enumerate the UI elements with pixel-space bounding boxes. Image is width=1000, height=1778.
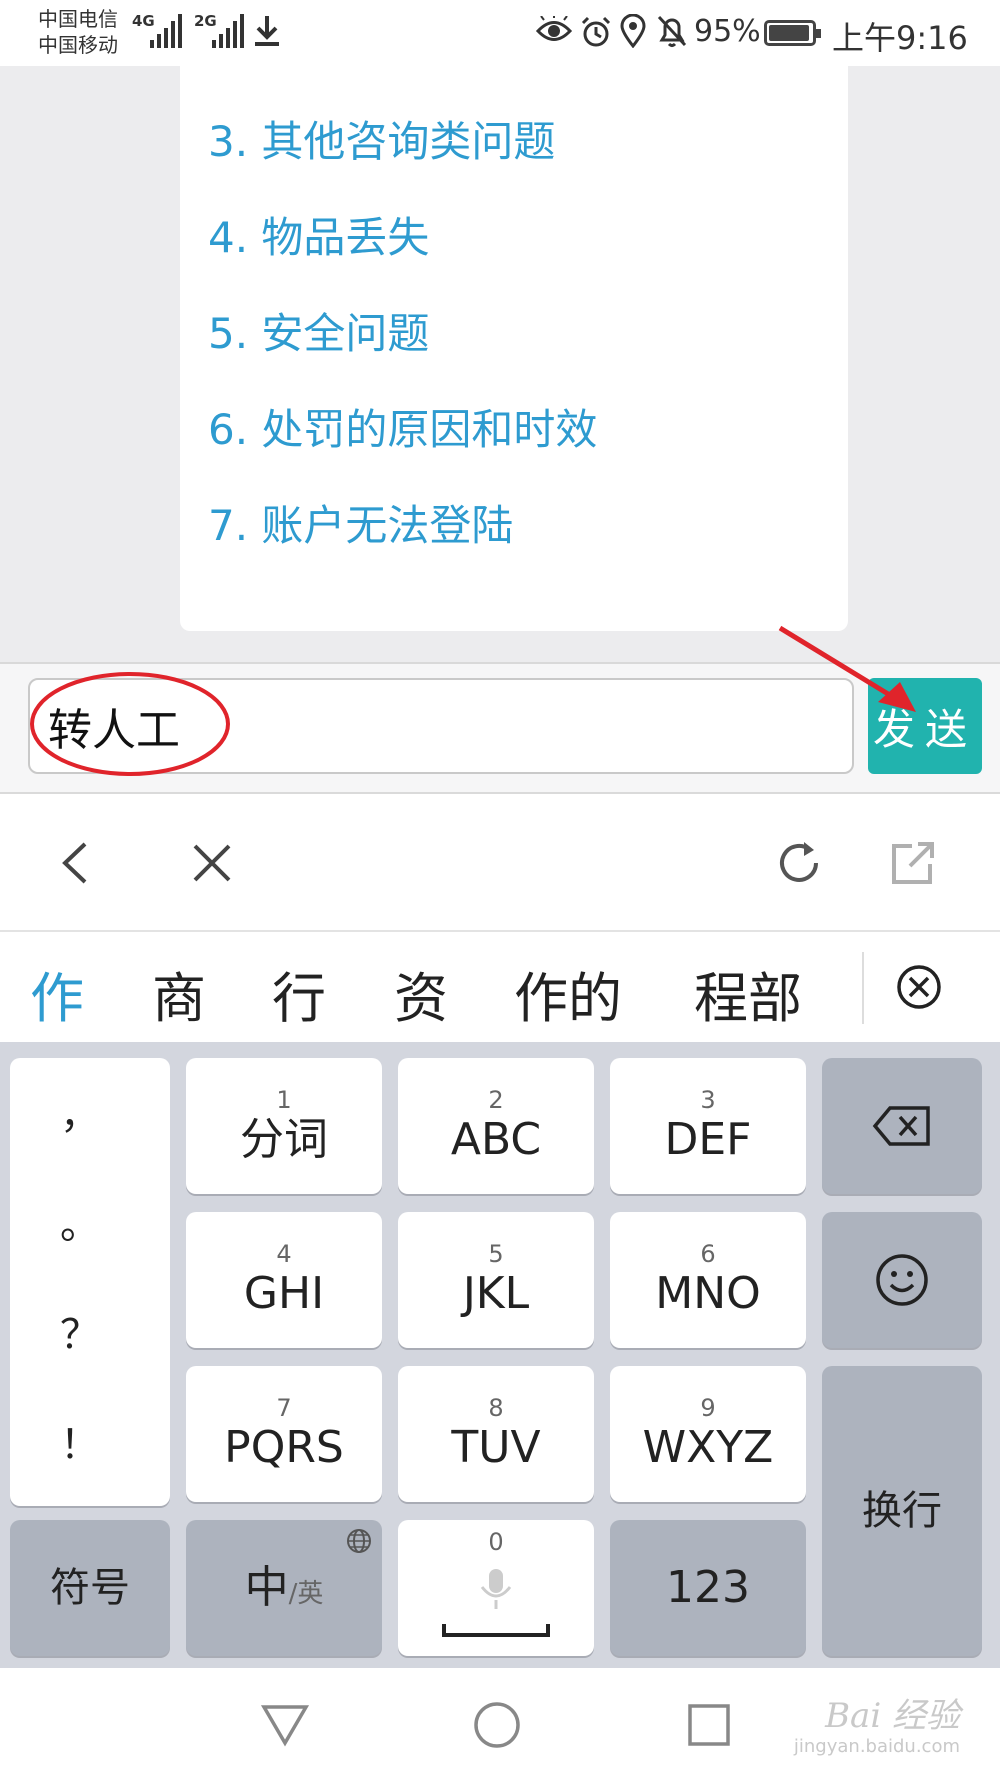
eye-icon [535,14,573,50]
watermark-url: jingyan.baidu.com [793,1736,960,1757]
candidate-divider [862,952,864,1024]
candidate-1[interactable]: 作 [30,954,84,1033]
carrier-label-1: 中国电信 [38,7,118,31]
signal-icon-2 [212,14,244,48]
key-8-tuv[interactable]: 8 TUV [398,1366,594,1502]
emoji-icon [876,1254,928,1306]
clear-candidates-icon[interactable] [886,954,952,1020]
punct-exclaim-key[interactable]: ！ [0,1412,160,1470]
symbol-key[interactable]: 符号 [10,1520,170,1656]
globe-icon [346,1528,372,1558]
key-9-wxyz[interactable]: 9 WXYZ [610,1366,806,1502]
alarm-icon [580,16,612,52]
keyboard-toolbar [0,794,1000,932]
download-icon [252,14,282,52]
enter-key[interactable]: 换行 [822,1366,982,1656]
option-penalty-reasons[interactable]: 6. 处罚的原因和时效 [208,396,597,457]
annotation-circle [30,672,230,776]
key-2-abc[interactable]: 2 ABC [398,1058,594,1194]
option-safety-issues[interactable]: 5. 安全问题 [208,300,429,361]
punct-comma-key[interactable]: ， [0,1082,160,1140]
carrier-label-2: 中国移动 [38,33,118,57]
mute-bell-icon [656,14,688,52]
clock: 上午9:16 [832,19,968,57]
backspace-key[interactable] [822,1058,982,1194]
nav-home-icon[interactable] [464,1692,530,1758]
refresh-icon[interactable] [766,830,832,896]
key-6-mno[interactable]: 6 MNO [610,1212,806,1348]
punct-question-key[interactable]: ？ [0,1302,160,1360]
key-4-ghi[interactable]: 4 GHI [186,1212,382,1348]
keyboard: ， 。 ？ ！ 1 分词 2 ABC 3 DEF 4 GHI 5 JKL 6 M… [0,1042,1000,1668]
emoji-key[interactable] [822,1212,982,1348]
backspace-icon [872,1106,930,1146]
annotation-arrow [778,625,916,712]
signal-icon-1 [150,14,182,48]
space-key[interactable]: 0 [398,1520,594,1656]
option-lost-items[interactable]: 4. 物品丢失 [208,204,429,265]
nav-back-icon[interactable] [252,1692,318,1758]
key-1-segment[interactable]: 1 分词 [186,1058,382,1194]
option-account-login[interactable]: 7. 账户无法登陆 [208,492,513,553]
candidate-bar: 作 商 行 资 作的 程部 [0,932,1000,1042]
key-7-pqrs[interactable]: 7 PQRS [186,1366,382,1502]
numeric-key[interactable]: 123 [610,1520,806,1656]
option-other-inquiries[interactable]: 3. 其他咨询类问题 [208,108,555,169]
candidate-3[interactable]: 行 [272,954,326,1033]
candidate-2[interactable]: 商 [152,954,206,1033]
location-icon [620,13,646,52]
close-icon[interactable] [182,830,242,896]
key-3-def[interactable]: 3 DEF [610,1058,806,1194]
key-5-jkl[interactable]: 5 JKL [398,1212,594,1348]
candidate-6[interactable]: 程部 [694,954,802,1033]
status-bar: 中国电信 中国移动 4G 2G 95% 上午9:16 [0,0,1000,66]
microphone-icon [480,1569,512,1609]
language-switch-key[interactable]: 中 /英 [186,1520,382,1656]
nav-recents-icon[interactable] [676,1692,742,1758]
battery-icon [764,20,821,46]
spacebar-icon [442,1624,550,1637]
battery-percent: 95% [694,14,761,49]
punct-period-key[interactable]: 。 [0,1192,160,1250]
candidate-4[interactable]: 资 [394,954,448,1033]
watermark-logo: Bai 经验 [825,1696,960,1736]
back-icon[interactable] [44,830,104,896]
candidate-5[interactable]: 作的 [514,954,622,1033]
share-icon[interactable] [880,830,946,896]
